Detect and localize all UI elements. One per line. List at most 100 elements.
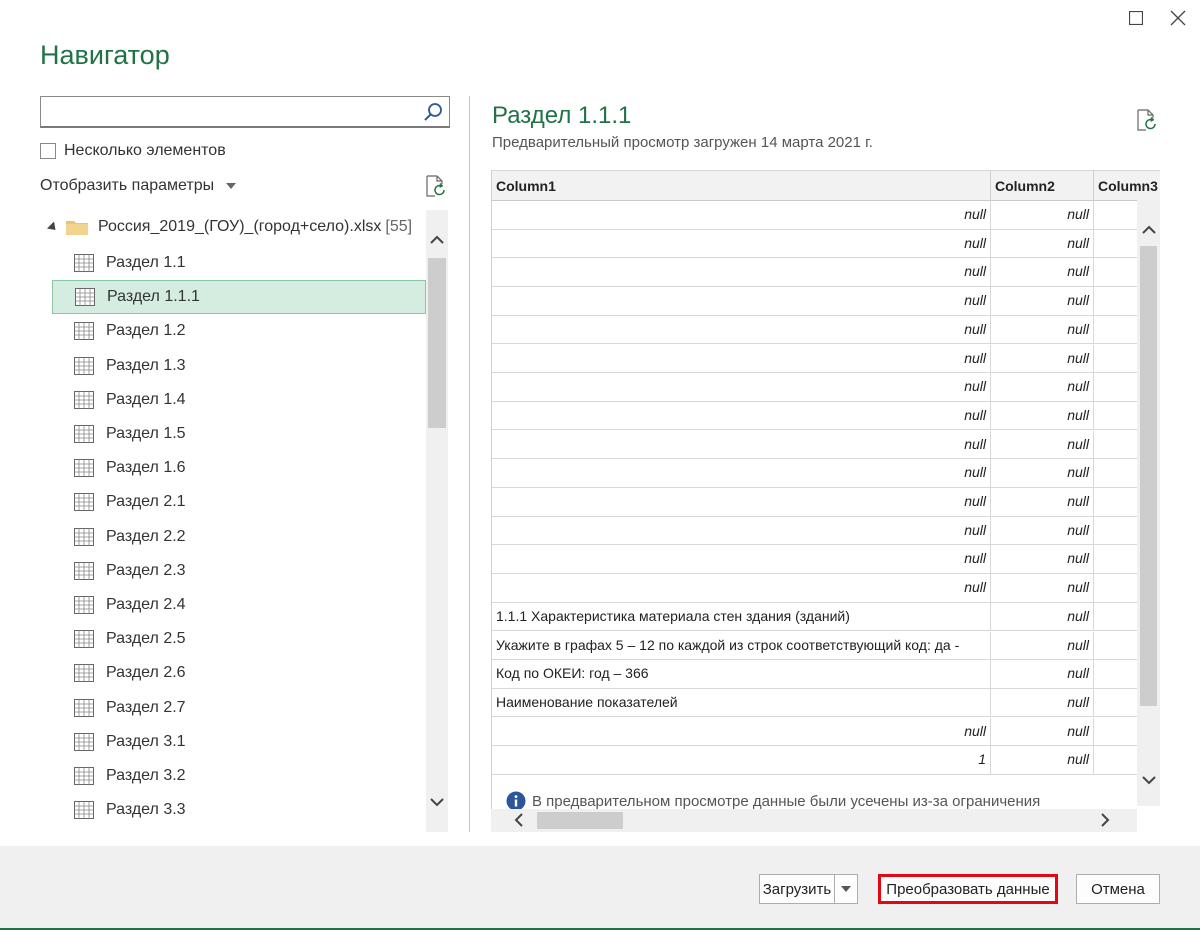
table-cell[interactable]: null — [991, 315, 1094, 345]
search-input[interactable] — [41, 97, 411, 125]
column-header[interactable]: Column2 — [991, 171, 1094, 201]
table-row: Наименование показателей null — [492, 688, 1160, 718]
table-row: null null — [492, 315, 1160, 345]
table-cell[interactable]: null — [492, 516, 991, 546]
tree-item[interactable]: Раздел 3.2 — [52, 759, 426, 793]
table-cell[interactable]: null — [492, 229, 991, 259]
table-cell[interactable]: null — [991, 373, 1094, 402]
table-cell[interactable]: null — [492, 574, 991, 603]
table-row: null null — [492, 430, 1160, 460]
table-cell[interactable]: Код по ОКЕИ: год – 366 — [492, 660, 991, 689]
tree-item[interactable]: Раздел 2.4 — [52, 588, 426, 622]
tree-item[interactable]: Раздел 1.5 — [52, 417, 426, 451]
tree-item[interactable]: Раздел 2.5 — [52, 622, 426, 656]
search-icon[interactable] — [423, 102, 443, 122]
tree-item[interactable]: Раздел 3.1 — [52, 725, 426, 759]
table-cell[interactable]: Укажите в графах 5 – 12 по каждой из стр… — [492, 631, 991, 661]
scroll-down-icon[interactable] — [429, 794, 445, 810]
scroll-up-icon[interactable] — [1141, 222, 1157, 238]
maximize-button[interactable] — [1122, 6, 1150, 30]
scroll-down-icon[interactable] — [1141, 772, 1157, 788]
table-row: 1 null — [492, 746, 1160, 775]
multi-select-checkbox[interactable] — [40, 143, 56, 159]
table-cell[interactable]: null — [991, 574, 1094, 603]
tree-item[interactable]: Раздел 3.3 — [52, 793, 426, 827]
table-cell[interactable]: null — [492, 373, 991, 402]
tree-item[interactable]: Раздел 2.6 — [52, 656, 426, 690]
table-cell[interactable]: null — [991, 229, 1094, 259]
table-cell[interactable]: null — [991, 344, 1094, 374]
scroll-right-icon[interactable] — [1097, 812, 1113, 828]
table-cell[interactable]: null — [991, 258, 1094, 287]
table-cell[interactable]: 1 — [492, 746, 991, 775]
tree-item-label: Раздел 2.3 — [106, 561, 186, 579]
load-dropdown-button[interactable] — [834, 874, 858, 904]
cancel-button[interactable]: Отмена — [1076, 874, 1160, 904]
table-cell[interactable]: null — [492, 258, 991, 287]
table-cell[interactable]: null — [492, 459, 991, 488]
close-button[interactable] — [1164, 6, 1192, 30]
scroll-left-icon[interactable] — [511, 812, 527, 828]
search-field[interactable] — [40, 96, 450, 128]
table-cell[interactable]: null — [991, 401, 1094, 431]
preview-horizontal-scrollbar[interactable] — [491, 809, 1137, 832]
table-cell[interactable]: null — [492, 344, 991, 374]
column-header[interactable]: Column1 — [492, 171, 991, 201]
tree-item[interactable]: Раздел 1.4 — [52, 383, 426, 417]
tree-root-workbook[interactable]: Россия_2019_(ГОУ)_(город+село).xlsx [55] — [46, 218, 412, 236]
column-header[interactable]: Column3 — [1094, 171, 1160, 201]
table-cell[interactable]: null — [492, 717, 991, 747]
table-cell[interactable]: null — [492, 401, 991, 431]
table-cell[interactable]: null — [492, 201, 991, 230]
table-cell[interactable]: null — [991, 602, 1094, 632]
tree-item[interactable]: Раздел 2.1 — [52, 485, 426, 519]
table-cell[interactable]: null — [991, 660, 1094, 689]
table-cell[interactable]: 1.1.1 Характеристика материала стен здан… — [492, 602, 991, 632]
tree-item[interactable]: Раздел 1.6 — [52, 451, 426, 485]
tree-item[interactable]: Раздел 1.2 — [52, 314, 426, 348]
table-cell[interactable]: null — [991, 631, 1094, 661]
table-cell[interactable]: null — [991, 430, 1094, 460]
table-cell[interactable]: null — [991, 545, 1094, 574]
tree-scrollbar[interactable] — [426, 210, 448, 832]
load-button[interactable]: Загрузить — [759, 874, 835, 904]
table-cell[interactable]: null — [991, 688, 1094, 718]
table-row: null null — [492, 344, 1160, 374]
table-cell[interactable]: null — [492, 430, 991, 460]
preview-hscroll-thumb[interactable] — [537, 812, 623, 829]
table-cell[interactable]: null — [991, 746, 1094, 775]
tree-scroll-thumb[interactable] — [428, 258, 446, 428]
tree-item[interactable]: Раздел 2.2 — [52, 520, 426, 554]
tree-item-label: Раздел 1.6 — [106, 459, 186, 477]
refresh-preview-icon[interactable] — [1136, 108, 1158, 132]
tree-item-label: Раздел 3.2 — [106, 767, 186, 784]
preview-vscroll-thumb[interactable] — [1140, 246, 1157, 706]
display-options-dropdown[interactable]: Отобразить параметры — [40, 177, 237, 195]
table-cell[interactable]: null — [991, 717, 1094, 747]
tree-item[interactable]: Раздел 1.1 — [52, 246, 426, 280]
table-icon — [74, 732, 94, 751]
table-cell[interactable]: null — [991, 201, 1094, 230]
table-cell[interactable]: null — [492, 488, 991, 517]
table-cell[interactable]: null — [991, 516, 1094, 546]
table-cell[interactable]: null — [492, 287, 991, 316]
tree-item[interactable]: Раздел 2.3 — [52, 554, 426, 588]
table-row: null null — [492, 488, 1160, 517]
pane-divider — [469, 96, 470, 832]
multi-select-option[interactable]: Несколько элементов — [40, 142, 226, 160]
table-cell[interactable]: null — [991, 459, 1094, 488]
refresh-icon[interactable] — [425, 174, 447, 198]
scroll-up-icon[interactable] — [429, 232, 445, 248]
tree-item[interactable]: Раздел 1.1.1 — [52, 280, 426, 315]
tree-item[interactable]: Раздел 2.7 — [52, 691, 426, 725]
table-cell[interactable]: Наименование показателей — [492, 688, 991, 718]
tree-item-label: Раздел 1.5 — [106, 425, 186, 442]
table-cell[interactable]: null — [991, 488, 1094, 517]
expand-arrow-icon[interactable] — [46, 220, 60, 234]
table-cell[interactable]: null — [492, 545, 991, 574]
transform-data-button[interactable]: Преобразовать данные — [878, 874, 1058, 904]
table-cell[interactable]: null — [991, 287, 1094, 316]
preview-vertical-scrollbar[interactable] — [1137, 200, 1160, 806]
table-cell[interactable]: null — [492, 315, 991, 345]
tree-item[interactable]: Раздел 1.3 — [52, 349, 426, 383]
